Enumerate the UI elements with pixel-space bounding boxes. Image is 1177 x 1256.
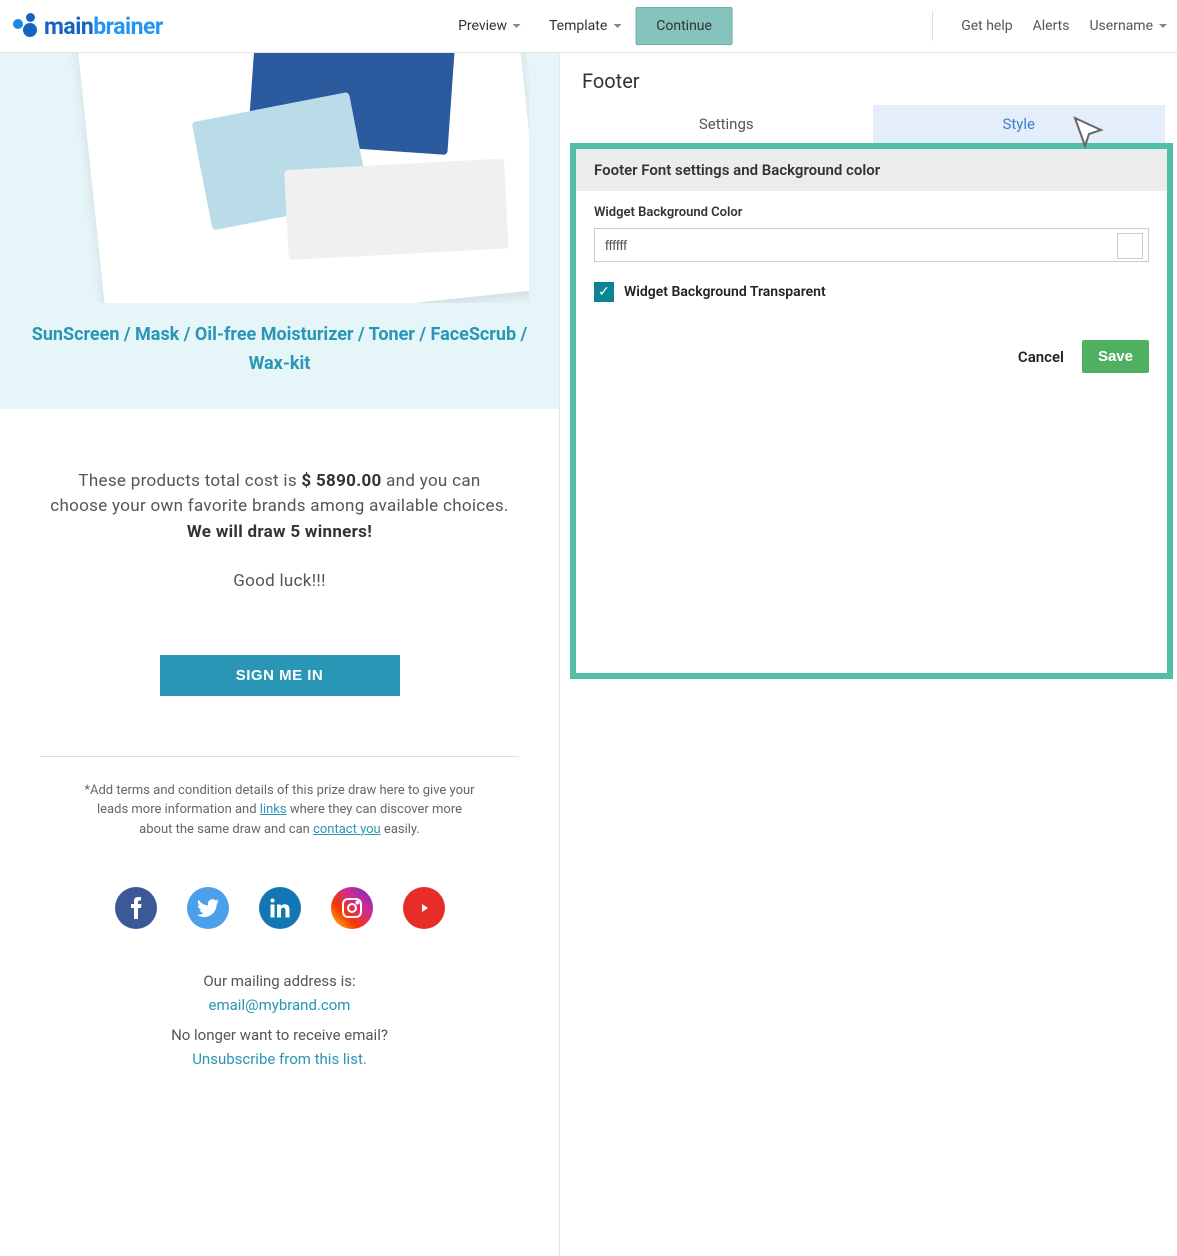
facebook-icon[interactable] <box>115 887 157 929</box>
linkedin-icon[interactable] <box>259 887 301 929</box>
sign-me-in-button[interactable]: SIGN ME IN <box>160 655 400 696</box>
tab-style[interactable]: Style <box>873 105 1166 143</box>
tab-settings[interactable]: Settings <box>580 105 873 143</box>
brand-logo[interactable]: mainbrainer <box>12 13 163 40</box>
color-swatch[interactable] <box>1117 233 1143 259</box>
alerts-link[interactable]: Alerts <box>1033 18 1070 34</box>
chevron-down-icon <box>1159 24 1167 28</box>
social-icons <box>0 869 559 969</box>
transparent-label: Widget Background Transparent <box>624 284 826 300</box>
info-text: These products total cost is $ 5890.00 a… <box>0 409 559 635</box>
save-button[interactable]: Save <box>1082 340 1149 373</box>
topbar: mainbrainer Preview Template Continue Ge… <box>0 0 1177 53</box>
unsubscribe-link[interactable]: Unsubscribe from this list. <box>192 1050 367 1068</box>
instagram-icon[interactable] <box>331 887 373 929</box>
hero-section: SunScreen / Mask / Oil-free Moisturizer … <box>0 53 559 409</box>
bg-color-label: Widget Background Color <box>594 205 1149 220</box>
highlighted-style-section: Footer Font settings and Background colo… <box>570 143 1173 679</box>
chevron-down-icon <box>513 24 521 28</box>
divider <box>932 11 933 41</box>
hero-categories-text: SunScreen / Mask / Oil-free Moisturizer … <box>30 303 529 379</box>
section-header: Footer Font settings and Background colo… <box>576 149 1167 191</box>
nav-right: Get help Alerts Username <box>932 11 1167 41</box>
preview-dropdown[interactable]: Preview <box>444 10 535 42</box>
username-dropdown[interactable]: Username <box>1089 18 1167 34</box>
logo-text: mainbrainer <box>44 13 163 40</box>
contact-you-link[interactable]: contact you <box>313 822 381 837</box>
terms-links-link[interactable]: links <box>260 802 287 817</box>
get-help-link[interactable]: Get help <box>961 18 1012 34</box>
chevron-down-icon <box>613 24 621 28</box>
terms-text: *Add terms and condition details of this… <box>40 756 519 870</box>
transparent-checkbox[interactable]: ✓ <box>594 282 614 302</box>
logo-icon <box>12 13 38 39</box>
hero-image <box>30 53 529 303</box>
template-dropdown[interactable]: Template <box>535 10 635 42</box>
email-preview-pane: SunScreen / Mask / Oil-free Moisturizer … <box>0 53 560 1256</box>
twitter-icon[interactable] <box>187 887 229 929</box>
cancel-button[interactable]: Cancel <box>1018 348 1064 366</box>
panel-title: Footer <box>582 69 1165 93</box>
bg-color-input[interactable] <box>594 228 1149 262</box>
youtube-icon[interactable] <box>403 887 445 929</box>
footer-email-link[interactable]: email@mybrand.com <box>209 996 351 1014</box>
footer-text: Our mailing address is: email@mybrand.co… <box>0 969 559 1111</box>
continue-button[interactable]: Continue <box>635 7 733 45</box>
nav-center: Preview Template Continue <box>444 7 733 45</box>
settings-panel: Footer Settings Style Footer Font settin… <box>560 53 1177 1256</box>
